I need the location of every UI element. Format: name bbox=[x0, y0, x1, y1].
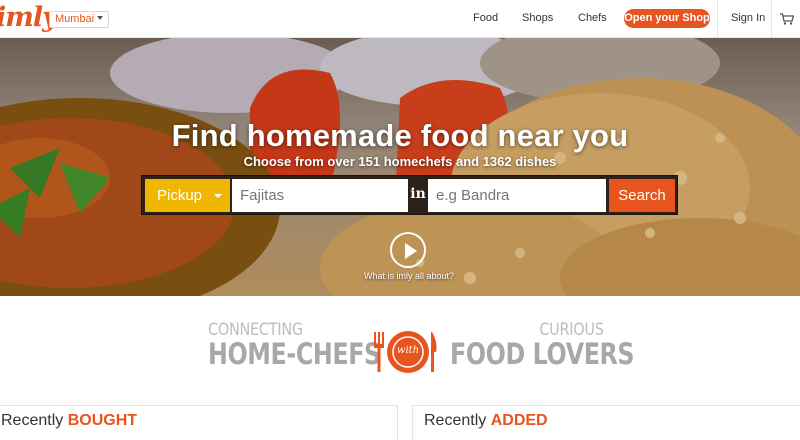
recently-bought-title: Recently BOUGHT bbox=[1, 412, 137, 430]
hero-subtitle: Choose from over 151 homechefs and 1362 … bbox=[243, 154, 557, 169]
chevron-down-icon bbox=[214, 194, 222, 198]
play-video-button[interactable] bbox=[390, 232, 426, 268]
nav-link-food[interactable]: Food bbox=[473, 12, 498, 24]
search-button[interactable]: Search bbox=[609, 179, 675, 212]
cart-icon[interactable] bbox=[780, 13, 794, 25]
sign-in-link[interactable]: Sign In bbox=[731, 12, 765, 24]
top-nav: imly Mumbai Food Shops Chefs Open your S… bbox=[0, 0, 800, 38]
nav-link-shops[interactable]: Shops bbox=[522, 12, 553, 24]
in-label: in bbox=[410, 186, 426, 202]
location-input[interactable] bbox=[428, 179, 606, 212]
nav-divider bbox=[717, 0, 718, 38]
city-selector[interactable]: Mumbai bbox=[49, 11, 110, 28]
recently-bought-highlight: BOUGHT bbox=[67, 412, 138, 429]
home-chefs-label: HOME-CHEFS bbox=[208, 337, 381, 371]
connecting-banner: CONNECTING HOME-CHEFS with CURIOUS FOOD … bbox=[0, 320, 800, 380]
food-search-input[interactable] bbox=[232, 179, 408, 212]
open-shop-button[interactable]: Open your Shop bbox=[624, 9, 710, 28]
search-bar: Pickup in Search bbox=[141, 175, 678, 215]
chevron-down-icon bbox=[97, 16, 104, 20]
recently-added-highlight: ADDED bbox=[490, 412, 548, 429]
food-lovers-label: FOOD LOVERS bbox=[450, 337, 635, 371]
what-is-imly-link[interactable]: What is imly all about? bbox=[0, 271, 800, 281]
recently-bought-panel: Recently BOUGHT bbox=[0, 405, 398, 440]
with-label: with bbox=[396, 345, 420, 356]
nav-divider bbox=[771, 0, 772, 38]
recently-added-panel: Recently ADDED bbox=[412, 405, 800, 440]
pickup-dropdown[interactable]: Pickup bbox=[145, 179, 230, 212]
recently-bought-prefix: Recently bbox=[1, 412, 64, 429]
recently-added-prefix: Recently bbox=[424, 412, 487, 429]
hero-banner: Find homemade food near you Choose from … bbox=[0, 38, 800, 296]
recently-added-title: Recently ADDED bbox=[424, 412, 548, 430]
city-label: Mumbai bbox=[55, 13, 95, 25]
nav-link-chefs[interactable]: Chefs bbox=[578, 12, 607, 24]
hero-title: Find homemade food near you bbox=[171, 118, 629, 153]
play-icon bbox=[405, 243, 417, 259]
pickup-label: Pickup bbox=[157, 187, 203, 204]
